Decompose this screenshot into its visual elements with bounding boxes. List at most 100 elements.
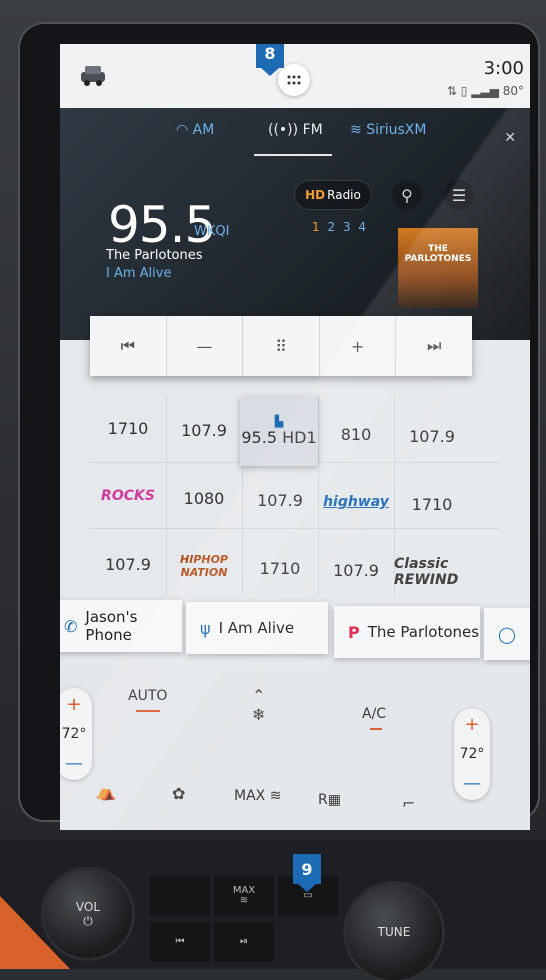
preset-6[interactable]: ROCKS — [90, 464, 166, 528]
more-source-icon: ◯ — [498, 624, 516, 644]
preset-12[interactable]: HIPHOP NATION — [166, 534, 242, 598]
tune-down-button[interactable]: — — [167, 316, 244, 376]
tune-knob[interactable]: TUNE — [346, 884, 442, 980]
rocks-logo: ROCKS — [101, 488, 155, 504]
preset-10[interactable]: 1710 — [394, 472, 470, 536]
skip-back-icon: ⏮ — [120, 336, 135, 355]
callout-8: 8 — [256, 44, 284, 76]
source-pandora[interactable]: P The Parlotones — [334, 606, 480, 658]
preset-7[interactable]: 1080 — [166, 466, 242, 530]
tab-am[interactable]: ◠ AM — [176, 122, 214, 138]
decorative-corner — [0, 896, 70, 969]
radio-panel: ◠ AM ((•)) FM ≋ SiriusXM ✕ HD Radio ⚲ ☰ 9… — [60, 108, 530, 340]
album-art: THE PARLOTONES — [398, 228, 478, 308]
hd-subchannels: 1 2 3 4 — [312, 220, 368, 234]
preset-2[interactable]: 107.9 — [166, 398, 242, 462]
preset-grid: 1710 107.9 ▙ 95.5 HD1 810 107.9 ROCKS 10… — [90, 396, 500, 596]
preset-3-active[interactable]: ▙ 95.5 HD1 — [240, 396, 318, 466]
preset-14[interactable]: 107.9 — [318, 538, 394, 602]
subchannel-3[interactable]: 3 — [343, 220, 353, 234]
ac-button[interactable]: A/C — [362, 706, 386, 722]
am-icon: ◠ — [176, 122, 193, 138]
tab-indicator — [254, 154, 332, 156]
phone-icon: ▯ — [460, 84, 468, 98]
equalizer-button[interactable]: ☰ — [444, 180, 474, 210]
fan-icon[interactable]: ✿ — [172, 784, 185, 803]
minus-icon: — — [196, 336, 213, 356]
climate-controls: + 72° — + 72° — AUTO ⌃ ❄ A/C ⛺ ✿ MAX ≋ R▦ — [60, 666, 530, 830]
siriusxm-icon: ≋ — [350, 122, 367, 138]
sliders-icon: ☰ — [451, 185, 467, 205]
source-bar: ✆ Jason's Phone ψ I Am Alive P The Parlo… — [60, 594, 530, 660]
band-tabs: ◠ AM ((•)) FM ≋ SiriusXM ✕ — [60, 116, 530, 156]
hardware-max-defrost-button[interactable]: MAX ≋ — [214, 876, 274, 916]
heated-seat-icon[interactable]: ⛺ — [96, 782, 116, 801]
collapse-icon[interactable]: ✕ — [504, 130, 516, 146]
power-icon: ⏻ — [83, 913, 93, 928]
preset-13[interactable]: 1710 — [242, 536, 318, 600]
pandora-icon: P — [348, 622, 360, 642]
artist-name: The Parlotones — [106, 248, 203, 263]
defrost-icon: ≋ — [239, 895, 249, 906]
passenger-temp: 72° — [459, 746, 485, 762]
play-pause-icon: ⏯ — [240, 936, 248, 947]
dashboard-bezel: 3:00 ⇅ ▯ ▂▃▅ 80° ◠ AM ((•)) FM ≋ SiriusX… — [0, 0, 546, 980]
driver-temp-control[interactable]: + 72° — — [60, 688, 92, 780]
hd-radio-button[interactable]: HD Radio — [294, 180, 372, 210]
search-button[interactable]: ⚲ — [392, 180, 422, 210]
seek-forward-button[interactable]: ⏭ — [396, 316, 472, 376]
temp-up-icon[interactable]: + — [464, 714, 479, 735]
hd-signal-icon: ▙ — [274, 415, 284, 428]
auto-indicator — [136, 710, 160, 712]
preset-5[interactable]: 107.9 — [394, 404, 470, 468]
cooled-seat-icon[interactable]: ⌐ — [402, 794, 415, 813]
grid-icon — [287, 75, 301, 85]
fm-icon: ((•)) — [268, 122, 303, 138]
tab-fm[interactable]: ((•)) FM — [268, 122, 323, 138]
car-icon[interactable] — [78, 62, 108, 88]
subchannel-4[interactable]: 4 — [358, 220, 368, 234]
clock: 3:00 — [483, 58, 524, 79]
keypad-button[interactable]: ⠿ — [243, 316, 320, 376]
temp-down-icon[interactable]: — — [65, 753, 83, 774]
ac-indicator — [370, 728, 382, 730]
callout-9: 9 — [293, 854, 321, 892]
classic-rewind-logo: Classic REWIND — [394, 556, 459, 588]
auto-climate-button[interactable]: AUTO — [128, 688, 167, 704]
preset-9[interactable]: highway — [318, 470, 394, 534]
subchannel-2[interactable]: 2 — [327, 220, 337, 234]
album-art-text: THE PARLOTONES — [404, 244, 472, 264]
data-transfer-icon: ⇅ — [446, 84, 457, 98]
rear-defrost-button[interactable]: R▦ — [318, 792, 341, 808]
defrost-icon: ≋ — [269, 788, 282, 804]
screen-mode-icon: ▭ — [303, 890, 313, 901]
preset-1[interactable]: 1710 — [90, 396, 166, 460]
preset-11[interactable]: 107.9 — [90, 532, 166, 596]
apps-grid-button[interactable] — [278, 64, 310, 96]
song-title: I Am Alive — [106, 266, 172, 281]
passenger-temp-control[interactable]: + 72° — — [454, 708, 490, 800]
hardware-blank-button[interactable] — [150, 876, 210, 916]
source-phone[interactable]: ✆ Jason's Phone — [60, 600, 182, 652]
temp-down-icon[interactable]: — — [463, 773, 481, 794]
keypad-icon: ⠿ — [275, 336, 287, 356]
highway-logo: highway — [323, 494, 389, 510]
defrost-front-auto-icon[interactable]: ⌃ ❄ — [252, 686, 265, 724]
source-more[interactable]: ◯ — [484, 608, 530, 660]
max-defrost-button[interactable]: MAX ≋ — [234, 788, 281, 804]
status-indicators: ⇅ ▯ ▂▃▅ 80° — [447, 84, 524, 98]
plus-icon: + — [350, 336, 365, 356]
skip-forward-icon: ⏭ — [426, 336, 442, 355]
temp-up-icon[interactable]: + — [66, 694, 81, 715]
search-icon: ⚲ — [401, 185, 413, 205]
hardware-play-pause-button[interactable]: ⏯ — [214, 922, 274, 962]
preset-8[interactable]: 107.9 — [242, 468, 318, 532]
preset-4[interactable]: 810 — [318, 402, 394, 466]
tab-siriusxm[interactable]: ≋ SiriusXM — [350, 122, 426, 138]
touchscreen: 3:00 ⇅ ▯ ▂▃▅ 80° ◠ AM ((•)) FM ≋ SiriusX… — [60, 44, 530, 830]
hardware-seek-back-button[interactable]: ⏮ — [150, 922, 210, 962]
source-usb[interactable]: ψ I Am Alive — [186, 602, 328, 654]
tune-up-button[interactable]: + — [320, 316, 397, 376]
subchannel-1[interactable]: 1 — [312, 220, 322, 234]
seek-back-button[interactable]: ⏮ — [90, 316, 167, 376]
